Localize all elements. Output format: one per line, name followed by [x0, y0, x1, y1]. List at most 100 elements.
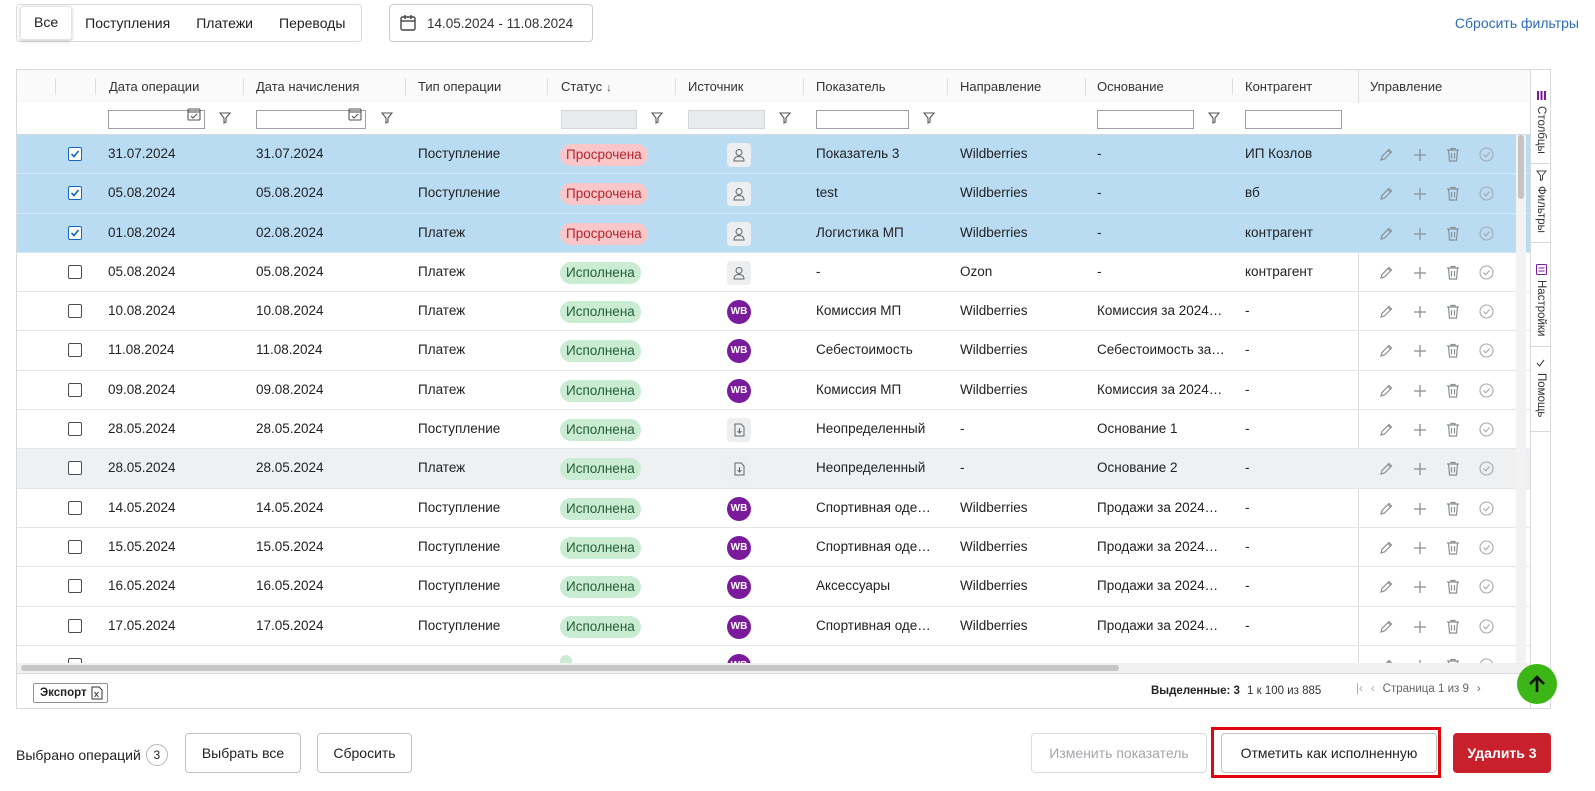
- add-plus-icon[interactable]: [1413, 227, 1427, 244]
- add-plus-icon[interactable]: [1413, 344, 1427, 361]
- table-row[interactable]: WB: [17, 646, 1530, 663]
- mark-done-check-icon[interactable]: [1479, 186, 1494, 204]
- reset-filters-link[interactable]: Сбросить фильтры: [1455, 15, 1579, 31]
- delete-trash-icon[interactable]: [1446, 186, 1460, 204]
- row-checkbox[interactable]: [68, 147, 82, 161]
- row-checkbox[interactable]: [68, 304, 82, 319]
- add-plus-icon[interactable]: [1413, 423, 1427, 440]
- delete-trash-icon[interactable]: [1446, 265, 1460, 283]
- calendar-icon[interactable]: [187, 107, 201, 121]
- scroll-to-top-button[interactable]: [1517, 664, 1557, 704]
- row-checkbox[interactable]: [68, 461, 82, 476]
- mark-done-button[interactable]: Отметить как исполненную: [1221, 733, 1437, 773]
- status-filter-input[interactable]: [561, 110, 637, 129]
- indicator-filter-input[interactable]: [816, 110, 909, 129]
- side-tab-settings[interactable]: Настройки: [1531, 258, 1550, 347]
- edit-pencil-icon[interactable]: [1378, 579, 1394, 598]
- edit-pencil-icon[interactable]: [1378, 422, 1394, 441]
- add-plus-icon[interactable]: [1413, 384, 1427, 401]
- delete-trash-icon[interactable]: [1446, 501, 1460, 519]
- edit-pencil-icon[interactable]: [1378, 147, 1394, 166]
- date-range-picker[interactable]: 14.05.2024 - 11.08.2024: [389, 4, 593, 42]
- delete-trash-icon[interactable]: [1446, 579, 1460, 597]
- mark-done-check-icon[interactable]: [1479, 461, 1494, 479]
- vertical-scrollbar[interactable]: [1516, 135, 1526, 663]
- filter-funnel-icon[interactable]: [219, 112, 231, 124]
- export-button[interactable]: Экспорт: [33, 683, 108, 703]
- table-row[interactable]: 15.05.2024 15.05.2024 Поступление Исполнена…: [17, 528, 1530, 568]
- row-checkbox[interactable]: [68, 618, 82, 633]
- col-source[interactable]: Источник: [688, 70, 744, 103]
- mark-done-check-icon[interactable]: [1479, 343, 1494, 361]
- edit-pencil-icon[interactable]: [1378, 501, 1394, 520]
- add-plus-icon[interactable]: [1413, 462, 1427, 479]
- table-row[interactable]: 28.05.2024 28.05.2024 Поступление Исполнена…: [17, 410, 1530, 450]
- col-counterparty[interactable]: Контрагент: [1245, 70, 1312, 103]
- filter-funnel-icon[interactable]: [381, 112, 393, 124]
- filter-funnel-icon[interactable]: [651, 112, 663, 124]
- add-plus-icon[interactable]: [1413, 266, 1427, 283]
- col-accrual-date[interactable]: Дата начисления: [256, 70, 359, 103]
- delete-trash-icon[interactable]: [1446, 422, 1460, 440]
- change-indicator-button[interactable]: Изменить показатель: [1031, 733, 1207, 773]
- edit-pencil-icon[interactable]: [1378, 540, 1394, 559]
- row-checkbox[interactable]: [68, 422, 82, 437]
- add-plus-icon[interactable]: [1413, 187, 1427, 204]
- select-all-button[interactable]: Выбрать все: [185, 733, 301, 773]
- row-checkbox[interactable]: [68, 539, 82, 554]
- edit-pencil-icon[interactable]: [1378, 461, 1394, 480]
- mark-done-check-icon[interactable]: [1479, 147, 1494, 165]
- first-page-icon[interactable]: |‹: [1356, 683, 1363, 695]
- col-direction[interactable]: Направление: [960, 70, 1041, 103]
- row-checkbox[interactable]: [68, 264, 82, 279]
- filter-funnel-icon[interactable]: [923, 112, 935, 124]
- row-checkbox[interactable]: [68, 186, 82, 201]
- mark-done-check-icon[interactable]: [1479, 579, 1494, 597]
- prev-page-icon[interactable]: ‹: [1371, 683, 1375, 695]
- filter-funnel-icon[interactable]: [1208, 112, 1220, 124]
- edit-pencil-icon[interactable]: [1378, 186, 1394, 205]
- mark-done-check-icon[interactable]: [1479, 304, 1494, 322]
- row-checkbox[interactable]: [68, 500, 82, 515]
- delete-trash-icon[interactable]: [1446, 343, 1460, 361]
- table-row[interactable]: 17.05.2024 17.05.2024 Поступление Исполнена…: [17, 607, 1530, 646]
- table-row[interactable]: 16.05.2024 16.05.2024 Поступление Исполнена…: [17, 567, 1530, 607]
- add-plus-icon[interactable]: [1413, 148, 1427, 165]
- delete-trash-icon[interactable]: [1446, 147, 1460, 165]
- delete-trash-icon[interactable]: [1446, 619, 1460, 637]
- mark-done-check-icon[interactable]: [1479, 540, 1494, 558]
- row-checkbox[interactable]: [68, 382, 82, 397]
- table-row[interactable]: 01.08.2024 02.08.2024 Платеж Просрочена Логи…: [17, 213, 1530, 253]
- mark-done-check-icon[interactable]: [1479, 619, 1494, 637]
- side-tab-help[interactable]: Помощь: [1531, 347, 1550, 432]
- source-filter-input[interactable]: [688, 110, 765, 129]
- edit-pencil-icon[interactable]: [1378, 383, 1394, 402]
- mark-done-check-icon[interactable]: [1479, 226, 1494, 244]
- reset-selection-button[interactable]: Сбросить: [317, 733, 412, 773]
- table-row[interactable]: 05.08.2024 05.08.2024 Поступление Просрочен…: [17, 174, 1530, 214]
- edit-pencil-icon[interactable]: [1378, 265, 1394, 284]
- delete-trash-icon[interactable]: [1446, 461, 1460, 479]
- row-checkbox[interactable]: [68, 343, 82, 358]
- mark-done-check-icon[interactable]: [1479, 383, 1494, 401]
- mark-done-check-icon[interactable]: [1479, 501, 1494, 519]
- basis-filter-input[interactable]: [1097, 110, 1194, 129]
- next-page-icon[interactable]: ›: [1477, 683, 1481, 695]
- table-row[interactable]: 09.08.2024 09.08.2024 Платеж Исполнена WB Ком…: [17, 371, 1530, 411]
- table-row[interactable]: 28.05.2024 28.05.2024 Платеж Исполнена Неопр…: [17, 449, 1530, 489]
- delete-trash-icon[interactable]: [1446, 383, 1460, 401]
- delete-button[interactable]: Удалить 3: [1453, 733, 1551, 773]
- horizontal-scrollbar[interactable]: [17, 663, 1530, 673]
- row-checkbox[interactable]: [68, 579, 82, 594]
- row-checkbox[interactable]: [68, 225, 82, 240]
- tab-all[interactable]: Все: [20, 6, 73, 40]
- col-op-date[interactable]: Дата операции: [109, 70, 199, 103]
- tab-payments[interactable]: Платежи: [183, 7, 266, 39]
- add-plus-icon[interactable]: [1413, 305, 1427, 322]
- side-tab-filters[interactable]: Фильтры: [1531, 164, 1550, 243]
- col-op-type[interactable]: Тип операции: [418, 70, 501, 103]
- col-indicator[interactable]: Показатель: [816, 70, 886, 103]
- table-row[interactable]: 31.07.2024 31.07.2024 Поступление Просрочен…: [17, 135, 1530, 175]
- horizontal-scroll-thumb[interactable]: [21, 665, 1119, 671]
- edit-pencil-icon[interactable]: [1378, 304, 1394, 323]
